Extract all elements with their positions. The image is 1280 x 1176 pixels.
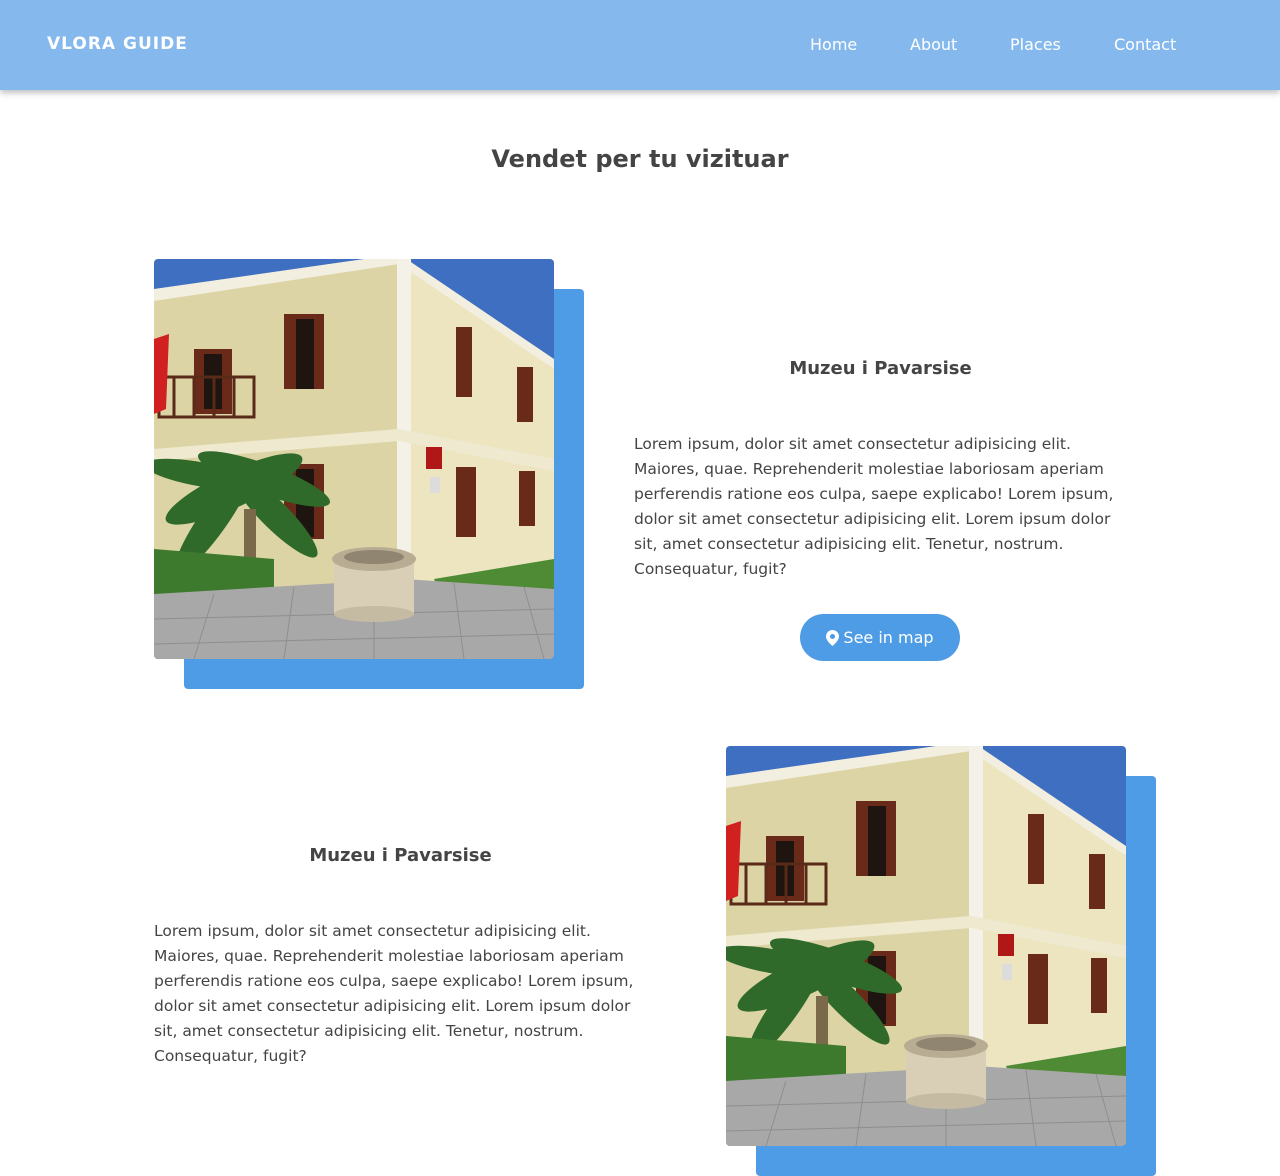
place-info: Muzeu i Pavarsise Lorem ipsum, dolor sit… (634, 358, 1127, 661)
nav-link-places[interactable]: Places (1010, 35, 1061, 54)
place-title: Muzeu i Pavarsise (309, 845, 492, 866)
place-photo (154, 259, 554, 659)
nav-menu: Home About Places Contact (0, 35, 1280, 57)
place-title: Muzeu i Pavarsise (789, 358, 972, 379)
place-image-frame (726, 746, 1156, 1176)
place-image-frame (154, 259, 584, 689)
see-in-map-label: See in map (843, 628, 934, 647)
page-title: Vendet per tu vizituar (491, 145, 789, 173)
place-card: Muzeu i Pavarsise Lorem ipsum, dolor sit… (0, 746, 1280, 1176)
nav-link-about[interactable]: About (910, 35, 957, 54)
place-description: Lorem ipsum, dolor sit amet consectetur … (634, 435, 1114, 578)
nav-link-home[interactable]: Home (810, 35, 857, 54)
navbar: VLORA GUIDE Home About Places Contact (0, 0, 1280, 90)
map-marker-icon (826, 629, 840, 646)
place-card: Muzeu i Pavarsise Lorem ipsum, dolor sit… (0, 259, 1280, 689)
place-description: Lorem ipsum, dolor sit amet consectetur … (154, 922, 634, 1065)
place-info: Muzeu i Pavarsise Lorem ipsum, dolor sit… (154, 845, 647, 1065)
nav-link-contact[interactable]: Contact (1114, 35, 1176, 54)
place-photo (726, 746, 1126, 1146)
see-in-map-button[interactable]: See in map (800, 614, 960, 661)
